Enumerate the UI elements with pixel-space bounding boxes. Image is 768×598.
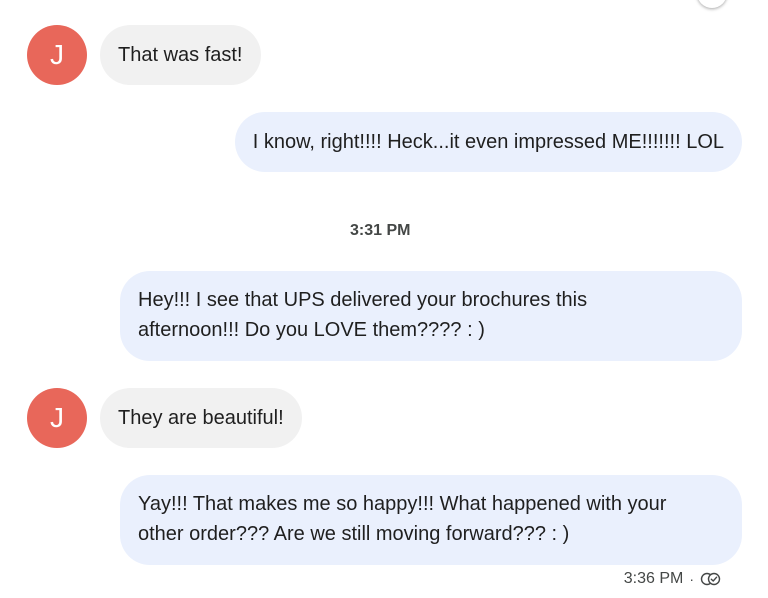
message-text-line: other order??? Are we still moving forwa… bbox=[138, 523, 570, 545]
status-separator: · bbox=[689, 571, 694, 587]
message-text-line: Yay!!! That makes me so happy!!! What ha… bbox=[138, 493, 667, 515]
scroll-button[interactable] bbox=[697, 0, 727, 8]
message-status: 3:36 PM · bbox=[624, 570, 722, 588]
outgoing-message-bubble[interactable]: Yay!!! That makes me so happy!!! What ha… bbox=[120, 475, 742, 565]
message-thread: J That was fast! I know, right!!!! Heck.… bbox=[0, 0, 768, 598]
message-time: 3:36 PM bbox=[623, 570, 684, 587]
incoming-message-bubble[interactable]: That was fast! bbox=[100, 25, 261, 85]
avatar-initial: J bbox=[50, 402, 64, 433]
incoming-message-bubble[interactable]: They are beautiful! bbox=[100, 388, 302, 448]
message-text: I know, right!!!! Heck...it even impress… bbox=[252, 131, 724, 153]
message-text-line: Hey!!! I see that UPS delivered your bro… bbox=[138, 289, 588, 311]
message-text: That was fast! bbox=[118, 44, 243, 66]
contact-avatar[interactable]: J bbox=[27, 388, 87, 448]
outgoing-message-bubble[interactable]: I know, right!!!! Heck...it even impress… bbox=[234, 112, 742, 172]
message-text: They are beautiful! bbox=[118, 407, 284, 429]
message-text-line: afternoon!!! Do you LOVE them???? : ) bbox=[138, 319, 485, 341]
timestamp-divider: 3:31 PM bbox=[350, 222, 411, 239]
read-receipt-icon bbox=[700, 572, 722, 586]
avatar-initial: J bbox=[50, 39, 64, 70]
contact-avatar[interactable]: J bbox=[27, 25, 87, 85]
outgoing-message-bubble[interactable]: Hey!!! I see that UPS delivered your bro… bbox=[120, 271, 742, 361]
